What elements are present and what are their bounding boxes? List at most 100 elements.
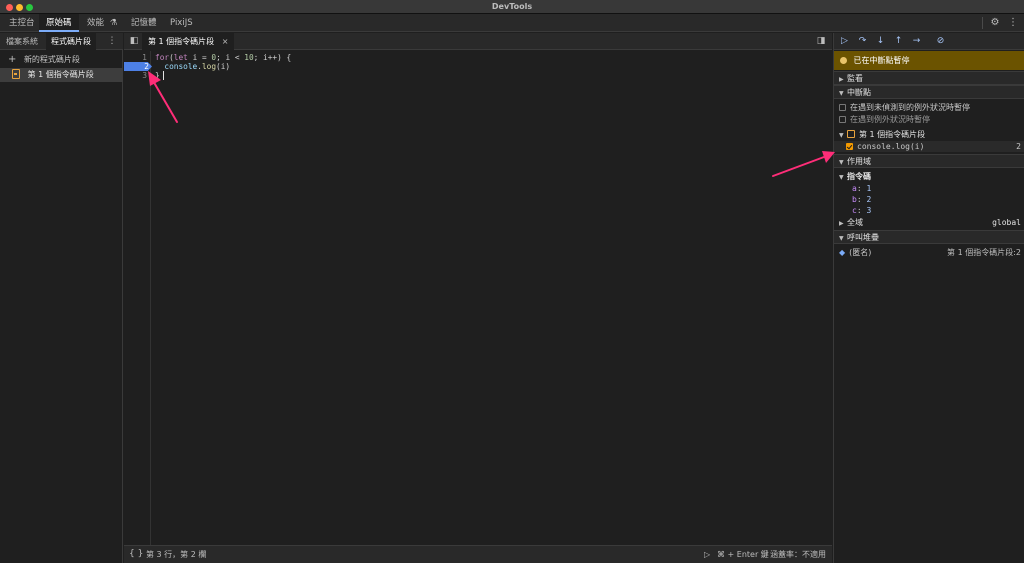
scope-global-value: global <box>992 218 1021 227</box>
pause-info-icon <box>840 57 847 64</box>
breakpoint-line-number: 2 <box>1016 142 1021 151</box>
tab-console[interactable]: 主控台 <box>2 14 42 32</box>
scope-script-group[interactable]: ▼ 指令碼 <box>834 171 1024 182</box>
collapse-triangle-icon: ▼ <box>839 90 844 97</box>
breakpoint-entry[interactable]: console.log(i) 2 <box>834 141 1024 152</box>
scope-global-label: 全域 <box>847 218 863 227</box>
code-token: ; i < <box>216 53 245 62</box>
tab-performance[interactable]: 效能 ⚗ <box>80 14 124 32</box>
flask-icon: ⚗ <box>109 18 118 28</box>
scope-var-key: a <box>852 184 857 193</box>
current-frame-icon: ◆ <box>839 248 846 257</box>
snippet-list-item[interactable]: 第 1 個指令碼片段 <box>0 68 123 82</box>
debugger-toolbar: ▷ ↷ ↓ ↑ → ⊘ <box>834 33 1024 50</box>
navigator-panel: 檔案系統 程式碼片段 ⋮ + 新的程式碼片段 第 1 個指令碼片段 <box>0 33 123 563</box>
paused-banner: 已在中斷點暫停 <box>834 51 1024 70</box>
scope-variable[interactable]: b: 2 <box>834 194 1024 205</box>
pause-caught-label: 在遇到例外狀況時暫停 <box>850 115 930 124</box>
collapse-triangle-icon: ▼ <box>839 235 844 242</box>
section-call-stack[interactable]: ▼ 呼叫堆疊 <box>834 230 1024 244</box>
call-frame[interactable]: ◆ (匿名) 第 1 個指令碼片段:2 <box>834 247 1024 258</box>
new-snippet-label: 新的程式碼片段 <box>23 55 80 64</box>
code-token: (i) <box>216 62 231 71</box>
tab-sources[interactable]: 原始碼 <box>39 14 79 32</box>
pause-uncaught-option[interactable]: 在遇到未偵測到的例外狀況時暫停 <box>834 102 1024 113</box>
code-token: 10 <box>244 53 254 62</box>
new-snippet-button[interactable]: + 新的程式碼片段 <box>0 52 123 67</box>
section-scope[interactable]: ▼ 作用域 <box>834 154 1024 168</box>
code-line-1[interactable]: for(let i = 0; i < 10; i++) { <box>155 53 291 62</box>
pause-uncaught-label: 在遇到未偵測到的例外狀況時暫停 <box>850 103 970 112</box>
toggle-debugger-icon[interactable]: ◨ <box>814 34 828 48</box>
scope-script-label: 指令碼 <box>847 172 871 181</box>
plus-icon: + <box>8 54 17 65</box>
pause-caught-option[interactable]: 在遇到例外狀況時暫停 <box>834 114 1024 125</box>
section-breakpoints[interactable]: ▼ 中斷點 <box>834 85 1024 99</box>
run-snippet-icon[interactable]: ▷ <box>704 546 710 563</box>
toggle-navigator-icon[interactable]: ◧ <box>127 34 141 48</box>
breakpoint-enabled-checkbox[interactable] <box>846 143 853 150</box>
snippet-file-icon <box>12 69 20 79</box>
collapse-triangle-icon: ▼ <box>839 132 844 139</box>
cursor-position: 第 3 行，第 2 欄 <box>146 550 207 559</box>
pretty-print-icon[interactable]: { } <box>129 546 143 563</box>
collapse-triangle-icon: ▼ <box>839 174 844 181</box>
scope-global-group[interactable]: ▶ 全域 global <box>834 217 1024 228</box>
code-token: log <box>201 62 217 71</box>
editor-tabbar: ◧ 第 1 個指令碼片段 × ◨ <box>124 33 832 50</box>
annotation-arrow-breakpoint <box>148 71 178 123</box>
tab-snippets[interactable]: 程式碼片段 <box>46 33 96 50</box>
coverage-status: 涵蓋率：不適用 <box>770 550 826 559</box>
resume-icon[interactable]: ▷ <box>838 35 851 48</box>
run-shortcut-hint: ⌘ + Enter 鍵 <box>717 550 769 559</box>
collapse-triangle-icon: ▼ <box>839 159 844 166</box>
navigator-more-icon[interactable]: ⋮ <box>105 34 119 48</box>
breakpoint-file-label: 第 1 個指令碼片段 <box>859 130 926 139</box>
tab-memory[interactable]: 記憶體 <box>124 14 164 32</box>
close-tab-icon[interactable]: × <box>222 37 229 46</box>
call-frame-location: 第 1 個指令碼片段:2 <box>947 248 1021 257</box>
scope-variable[interactable]: c: 3 <box>834 205 1024 216</box>
scope-var-value: 2 <box>866 195 872 204</box>
more-options-icon[interactable]: ⋮ <box>1006 16 1020 30</box>
section-watch-label: 監看 <box>847 74 863 83</box>
deactivate-breakpoints-icon[interactable]: ⊘ <box>934 35 947 48</box>
debugger-sidebar: ▷ ↷ ↓ ↑ → ⊘ 已在中斷點暫停 ▶ 監看 ▼ 中斷點 在遇到未偵測到的例外狀… <box>833 33 1024 563</box>
step-into-icon[interactable]: ↓ <box>874 35 887 48</box>
code-token: ; i++) { <box>253 53 292 62</box>
scope-var-key: b <box>852 195 857 204</box>
step-out-icon[interactable]: ↑ <box>892 35 905 48</box>
tab-filesystem[interactable]: 檔案系統 <box>1 33 43 50</box>
tab-performance-label: 效能 <box>87 18 105 28</box>
call-frame-name: (匿名) <box>849 248 872 257</box>
breakpoint-file-group[interactable]: ▼ 第 1 個指令碼片段 <box>834 129 1024 140</box>
code-token: i = <box>187 53 212 62</box>
panel-tabbar: 主控台 原始碼 效能 ⚗ 記憶體 PixiJS ⚙ ⋮ <box>0 14 1024 32</box>
snippet-item-label: 第 1 個指令碼片段 <box>27 70 94 79</box>
section-scope-label: 作用域 <box>847 157 871 166</box>
pause-uncaught-checkbox[interactable] <box>839 104 846 111</box>
editor-file-tab[interactable]: 第 1 個指令碼片段 × <box>142 33 235 50</box>
step-over-icon[interactable]: ↷ <box>856 35 869 48</box>
scope-var-key: c <box>852 206 857 215</box>
tab-pixijs[interactable]: PixiJS <box>163 14 200 32</box>
snippet-file-icon <box>847 130 855 138</box>
settings-gear-icon[interactable]: ⚙ <box>988 16 1002 30</box>
section-breakpoints-label: 中斷點 <box>847 88 871 97</box>
annotation-arrow-breakpoint-list <box>772 151 835 177</box>
section-watch[interactable]: ▶ 監看 <box>834 71 1024 85</box>
section-call-stack-label: 呼叫堆疊 <box>847 233 879 242</box>
window-titlebar: DevTools <box>0 0 1024 14</box>
line-number[interactable]: 1 <box>124 53 150 62</box>
step-icon[interactable]: → <box>910 35 923 48</box>
editor-statusbar: { } 第 3 行，第 2 欄 ▷ ⌘ + Enter 鍵 涵蓋率：不適用 <box>124 545 832 563</box>
breakpoint-code: console.log(i) <box>857 142 925 151</box>
text-cursor-line <box>151 71 832 80</box>
code-token: for <box>155 53 170 62</box>
scope-variable[interactable]: a: 1 <box>834 183 1024 194</box>
editor-file-tab-label: 第 1 個指令碼片段 <box>148 37 215 46</box>
code-editor-panel: ◧ 第 1 個指令碼片段 × ◨ 1 2 3 for(let i = 0; i … <box>124 33 832 563</box>
expand-triangle-icon: ▶ <box>839 220 844 227</box>
pause-caught-checkbox[interactable] <box>839 116 846 123</box>
tabbar-divider <box>982 17 983 29</box>
